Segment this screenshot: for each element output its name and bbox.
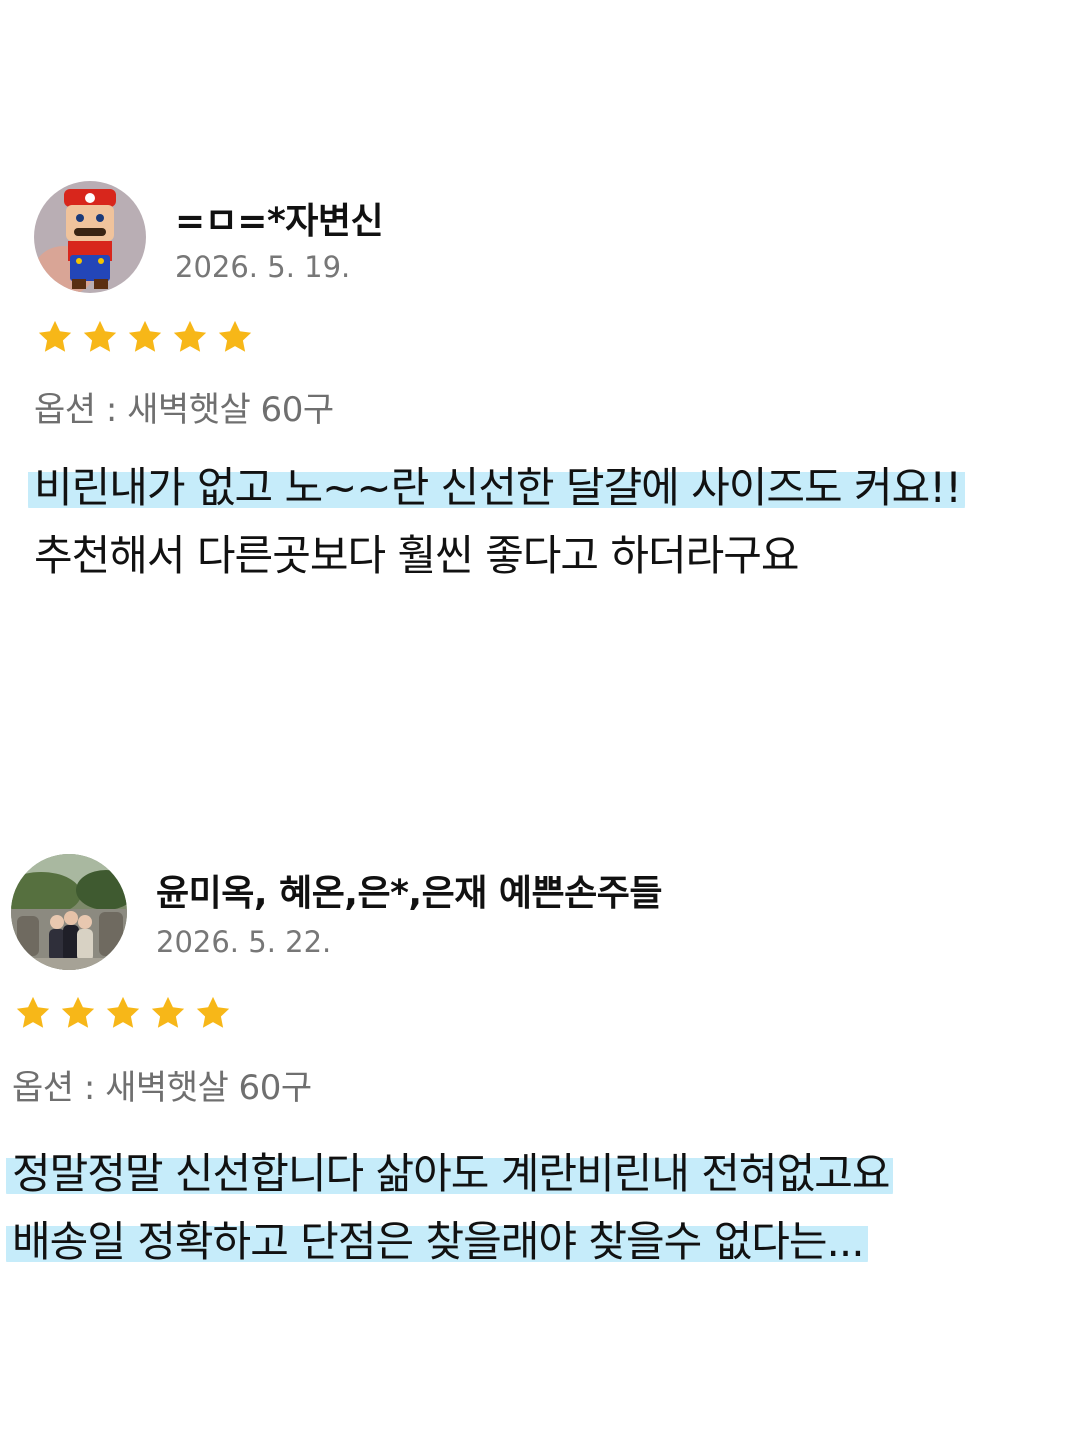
star-icon: [151, 996, 185, 1028]
star-icon: [218, 320, 252, 352]
star-icon: [196, 996, 230, 1028]
review-date: 2026. 5. 19.: [175, 250, 351, 284]
highlighted-text: 배송일 정확하고 단점은 찾을래야 찾을수 없다는...: [6, 1217, 868, 1266]
star-rating: [14, 994, 232, 1032]
avatar[interactable]: [34, 181, 146, 293]
star-icon: [83, 320, 117, 352]
review-text-line: 비린내가 없고 노~~란 신선한 달걀에 사이즈도 커요!!: [28, 454, 965, 515]
family-photo-icon: [11, 854, 127, 970]
author-name: =ㅁ=*자변신: [175, 201, 384, 242]
review-date: 2026. 5. 22.: [156, 925, 332, 959]
star-rating: [36, 318, 254, 356]
highlighted-text: 비린내가 없고 노~~란 신선한 달걀에 사이즈도 커요!!: [28, 463, 965, 512]
review-text-line: 정말정말 신선합니다 삶아도 계란비린내 전혀없고요: [6, 1140, 894, 1201]
review-text-line: 추천해서 다른곳보다 훨씬 좋다고 하더라구요: [34, 531, 800, 580]
purchase-option: 옵션 : 새벽햇살 60구: [12, 1068, 312, 1108]
author-name: 윤미옥, 혜온,은*,은재 예쁜손주들: [156, 873, 662, 914]
mario-figure-icon: [34, 181, 146, 293]
star-icon: [128, 320, 162, 352]
avatar[interactable]: [11, 854, 127, 970]
star-icon: [173, 320, 207, 352]
star-icon: [61, 996, 95, 1028]
star-icon: [38, 320, 72, 352]
highlighted-text: 정말정말 신선합니다 삶아도 계란비린내 전혀없고요: [6, 1149, 894, 1198]
purchase-option: 옵션 : 새벽햇살 60구: [34, 390, 334, 430]
review-text-line: 배송일 정확하고 단점은 찾을래야 찾을수 없다는...: [6, 1208, 868, 1269]
star-icon: [16, 996, 50, 1028]
star-icon: [106, 996, 140, 1028]
